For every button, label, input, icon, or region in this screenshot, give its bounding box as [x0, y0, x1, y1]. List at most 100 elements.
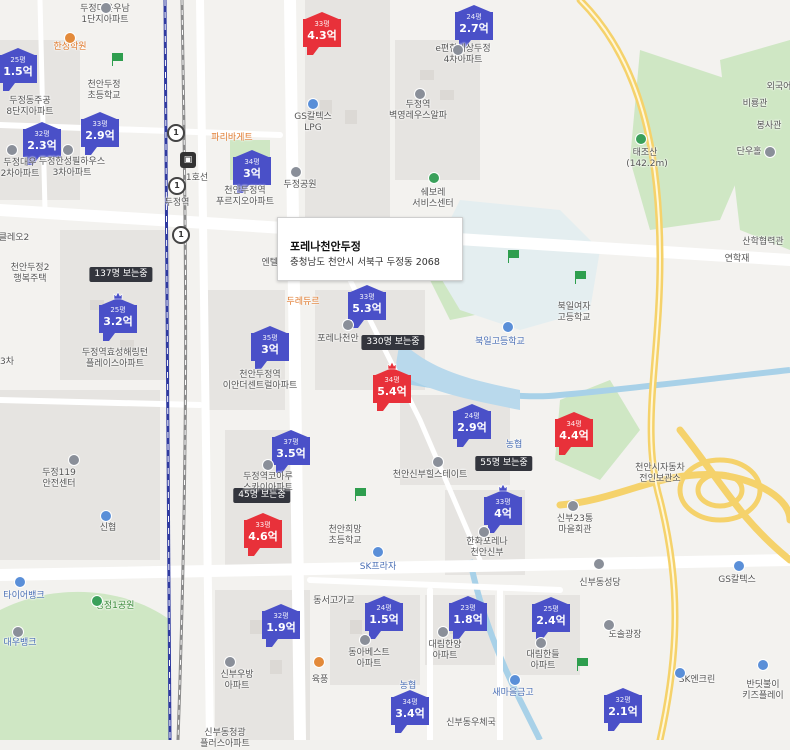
- map-place-label[interactable]: 신부우방 아파트: [220, 670, 253, 692]
- map-place-label[interactable]: 신부동성당: [579, 578, 620, 589]
- poi-icon[interactable]: [372, 546, 384, 558]
- apartment-price-marker[interactable]: 33평 4.3억: [303, 12, 341, 56]
- map-place-label[interactable]: 한화포레나 천안신부: [466, 537, 507, 559]
- map-place-label[interactable]: 타이어뱅크: [3, 591, 44, 602]
- poi-icon[interactable]: [342, 319, 354, 331]
- map-place-label[interactable]: 농협: [400, 681, 417, 692]
- apartment-price-marker[interactable]: 24평 1.5억: [365, 596, 403, 640]
- map-place-label[interactable]: 신부23통 마을회관: [557, 514, 593, 536]
- map-place-label[interactable]: 3차: [0, 357, 14, 368]
- map-place-label[interactable]: 북일여자 고등학교: [557, 302, 590, 324]
- apartment-price-marker[interactable]: 33평 2.9억: [81, 112, 119, 156]
- apartment-price-marker[interactable]: 34평 4.4억: [555, 412, 593, 456]
- poi-icon[interactable]: [509, 674, 521, 686]
- map-place-label[interactable]: 두정대우 2차아파트: [1, 158, 40, 180]
- poi-icon[interactable]: [567, 500, 579, 512]
- apartment-price-marker[interactable]: 24평 2.7억: [455, 5, 493, 49]
- apartment-price-marker[interactable]: 25평 1.5억: [0, 48, 37, 92]
- map-place-label[interactable]: 대림한들 아파트: [526, 650, 559, 672]
- map-place-label[interactable]: 육풍: [312, 675, 329, 686]
- apartment-price-marker[interactable]: 25평 3.2억: [99, 291, 137, 342]
- subway-line-1-icon[interactable]: 1: [167, 124, 185, 142]
- poi-icon[interactable]: [12, 626, 24, 638]
- poi-icon[interactable]: [91, 595, 103, 607]
- map-place-label[interactable]: 태조산: [633, 148, 658, 159]
- poi-icon[interactable]: [224, 656, 236, 668]
- map-place-label[interactable]: 두정역코아루 스카이아파트: [243, 472, 293, 494]
- subway-line-1-icon[interactable]: 1: [168, 177, 186, 195]
- apartment-price-marker[interactable]: 32평 2.1억: [604, 688, 642, 732]
- apartment-price-marker[interactable]: 25평 2.4억: [532, 597, 570, 641]
- map-place-label[interactable]: SK프라자: [360, 562, 396, 573]
- poi-icon[interactable]: [603, 619, 615, 631]
- apartment-price-marker[interactable]: 33평 4.6억: [244, 513, 282, 557]
- apartment-price-marker[interactable]: 23평 1.8억: [449, 596, 487, 640]
- apartment-price-marker[interactable]: 24평 2.9억: [453, 404, 491, 448]
- map-place-label[interactable]: 천안희망 초등학교: [328, 525, 361, 547]
- map-place-label[interactable]: 신부동우체국: [446, 718, 496, 729]
- map-place-label[interactable]: 1호선: [186, 173, 208, 184]
- apartment-price-marker[interactable]: 37평 3.5억: [272, 430, 310, 474]
- poi-icon[interactable]: [428, 172, 440, 184]
- poi-icon[interactable]: [14, 576, 26, 588]
- map-place-label[interactable]: 천안시자동차 전인보관소: [635, 463, 685, 485]
- map-place-label[interactable]: 쉐보레 서비스센터: [412, 188, 453, 210]
- apartment-info-popup[interactable]: 포레나천안두정 충청남도 천안시 서북구 두정동 2068: [277, 217, 463, 281]
- school-flag-icon[interactable]: [354, 488, 366, 501]
- map-place-label[interactable]: 두정한성필하우스 3차아파트: [39, 157, 105, 179]
- map-place-label[interactable]: 대림한양 아파트: [428, 640, 461, 662]
- map-place-label[interactable]: 신부동청광 플러스아파트: [200, 728, 250, 750]
- apartment-price-marker[interactable]: 35평 3억: [251, 326, 289, 370]
- school-flag-icon[interactable]: [111, 53, 123, 66]
- map-place-label[interactable]: 두정동주공 8단지아파트: [6, 96, 53, 118]
- map-place-label[interactable]: 동아베스트 아파트: [348, 648, 389, 670]
- train-station-icon[interactable]: ▣: [180, 152, 196, 168]
- map-place-label[interactable]: 두정공원: [283, 180, 316, 191]
- poi-icon[interactable]: [478, 526, 490, 538]
- map-place-label[interactable]: 대우뱅크: [3, 638, 36, 649]
- map-place-label[interactable]: GS칼텍스: [718, 575, 756, 586]
- map-place-label[interactable]: 천안두정2 행복주택: [11, 263, 50, 285]
- map-place-label[interactable]: 새마을금고: [492, 688, 533, 699]
- poi-icon[interactable]: [6, 144, 18, 156]
- map-place-label[interactable]: 두정119 안전센터: [42, 468, 76, 490]
- map-place-label[interactable]: 신협: [100, 523, 117, 534]
- map-place-label[interactable]: 농협: [506, 440, 523, 451]
- poi-icon[interactable]: [432, 456, 444, 468]
- poi-icon[interactable]: [313, 656, 325, 668]
- poi-icon[interactable]: [535, 637, 547, 649]
- map-place-label[interactable]: 천안두정 초등학교: [87, 80, 120, 102]
- map-place-label[interactable]: 클레오2: [0, 233, 29, 244]
- map-place-label[interactable]: (142.2m): [626, 159, 668, 170]
- map-place-label[interactable]: 도솔광장: [608, 630, 641, 641]
- poi-icon[interactable]: [100, 510, 112, 522]
- map-place-label[interactable]: 산학협력관: [742, 237, 783, 248]
- school-flag-icon[interactable]: [574, 271, 586, 284]
- map-place-label[interactable]: GS칼텍스 LPG: [294, 112, 332, 134]
- apartment-price-marker[interactable]: 32평 1.9억: [262, 604, 300, 648]
- map-place-label[interactable]: 천안두정역 이안더센트럴아파트: [223, 370, 298, 392]
- poi-icon[interactable]: [262, 459, 274, 471]
- poi-icon[interactable]: [414, 88, 426, 100]
- map-place-label[interactable]: 북일고등학교: [475, 337, 525, 348]
- poi-icon[interactable]: [733, 560, 745, 572]
- map-place-label[interactable]: 천안신부힐스테이트: [393, 470, 468, 481]
- apartment-price-marker[interactable]: 34평 3.4억: [391, 690, 429, 734]
- map-place-label[interactable]: 두정역효성해링턴 플레이스아파트: [82, 348, 148, 370]
- school-flag-icon[interactable]: [507, 250, 519, 263]
- map-place-label[interactable]: 두정역 벽영레우스알파: [389, 100, 447, 122]
- map-place-label[interactable]: 천안두정역 푸르지오아파트: [216, 186, 274, 208]
- poi-icon[interactable]: [635, 133, 647, 145]
- school-flag-icon[interactable]: [576, 658, 588, 671]
- map-place-label[interactable]: 두정역: [165, 198, 190, 209]
- map-place-label[interactable]: 연학재: [725, 254, 750, 265]
- poi-icon[interactable]: [502, 321, 514, 333]
- poi-icon[interactable]: [62, 144, 74, 156]
- map-place-label[interactable]: 포레나천안: [317, 334, 358, 345]
- map-place-label[interactable]: 두레듀르: [286, 297, 319, 308]
- poi-icon[interactable]: [764, 146, 776, 158]
- poi-icon[interactable]: [437, 626, 449, 638]
- poi-icon[interactable]: [68, 454, 80, 466]
- poi-icon[interactable]: [359, 634, 371, 646]
- map-place-label[interactable]: 단우홀: [737, 147, 762, 158]
